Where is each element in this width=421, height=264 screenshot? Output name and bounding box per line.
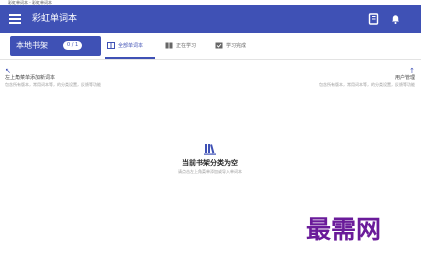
library-icon [204,144,216,155]
menu-hint-title: 左上角菜单添加新词本 [5,75,56,81]
bookshelf-label: 本地书架 [16,41,48,50]
tab-label: 正在学习 [176,43,197,49]
tab-label: 学习完成 [226,43,247,49]
tabs-row: 本地书架 0 / 1 全部单词本 正在学习 学习完成 [0,33,421,60]
arrow-up-icon: ↑ [409,67,415,75]
book-open-icon [107,42,115,49]
menu-hint-subtitle: 包含所有版本，常用词本等，的分类设置，反馈等功能 [5,82,101,87]
empty-state-title: 当前书架分类为空 [182,159,238,167]
arrow-up-left-icon: ↖ [5,67,11,75]
user-hint-title: 用户管理 [394,75,415,81]
active-tab-indicator [105,57,155,59]
bookshelf-count-badge: 0 / 1 [63,41,83,50]
tab-label: 全部单词本 [118,43,144,49]
tab-learning[interactable]: 正在学习 [165,37,196,55]
user-hint-subtitle: 包含所有版本，常用词本等，的分类设置，反馈等功能 [319,82,415,87]
menu-icon[interactable] [9,14,21,24]
user-hint: ↑ 用户管理 包含所有版本，常用词本等，的分类设置，反馈等功能 [282,67,415,88]
watermark: 最需网 [306,215,382,244]
tab-all-wordbooks[interactable]: 全部单词本 [107,37,143,55]
bell-icon[interactable] [390,13,401,25]
tab-finished[interactable]: 学习完成 [215,37,246,55]
app-bar: 彩虹单词本 [0,5,421,33]
book-icon [165,42,173,49]
book-check-icon [215,42,223,49]
menu-hint: ↖ 左上角菜单添加新词本 包含所有版本，常用词本等，的分类设置，反馈等功能 [5,67,155,88]
empty-state: 当前书架分类为空 请点击左上角菜单添加或导入单词本 [110,143,310,175]
book-icon[interactable] [368,13,379,25]
bookshelf-button[interactable]: 本地书架 0 / 1 [10,36,101,56]
empty-state-subtitle: 请点击左上角菜单添加或导入单词本 [178,169,242,174]
app-title: 彩虹单词本 [32,14,78,24]
